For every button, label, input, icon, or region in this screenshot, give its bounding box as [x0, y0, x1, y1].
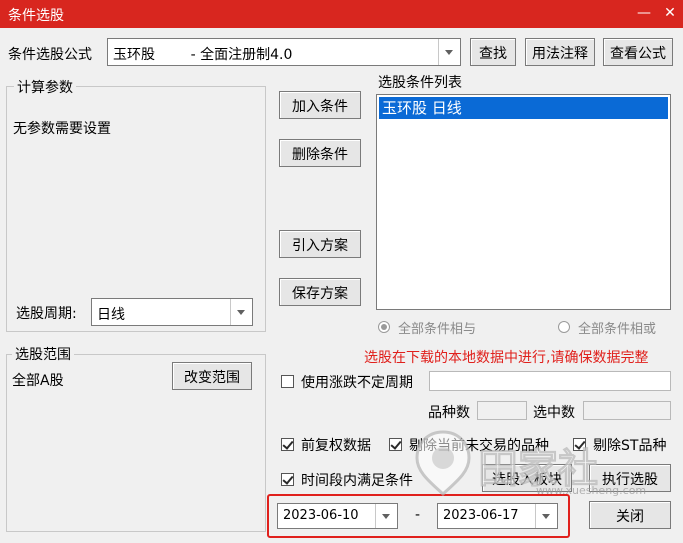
chevron-down-icon[interactable]: [438, 39, 460, 65]
adjust-label: 前复权数据: [301, 438, 371, 454]
scope-group-title: 选股范围: [12, 344, 74, 364]
end-date-picker[interactable]: 2023-06-17: [437, 503, 558, 529]
view-formula-button[interactable]: 查看公式: [603, 38, 673, 66]
close-button[interactable]: 关闭: [589, 501, 671, 529]
or-radio[interactable]: [558, 321, 570, 333]
watermark-logo-icon: [412, 428, 474, 498]
date-separator: -: [415, 507, 421, 523]
period-label: 选股周期:: [16, 306, 77, 322]
end-date-value: 2023-06-17: [443, 508, 519, 523]
time-range-label: 时间段内满足条件: [301, 473, 413, 489]
count-value: [477, 401, 527, 420]
conditions-list[interactable]: 玉环股 日线: [376, 94, 671, 310]
adjust-checkbox[interactable]: [281, 438, 294, 451]
period-value: 日线: [97, 307, 125, 323]
stock-filter-window: 条件选股 — ✕ 条件选股公式 玉环股 - 全面注册制4.0 查找 用法注释 查…: [0, 0, 683, 543]
save-scheme-button[interactable]: 保存方案: [279, 278, 361, 306]
title-bar: 条件选股 — ✕: [0, 0, 683, 28]
minimize-icon[interactable]: —: [634, 3, 654, 23]
change-scope-button[interactable]: 改变范围: [172, 362, 252, 390]
window-title: 条件选股: [8, 8, 64, 24]
notice-text: 选股在下载的本地数据中进行,请确保数据完整: [364, 350, 649, 366]
params-text: 无参数需要设置: [13, 121, 111, 137]
formula-label: 条件选股公式: [8, 47, 92, 63]
close-icon[interactable]: ✕: [660, 3, 680, 23]
conditions-title: 选股条件列表: [378, 75, 462, 91]
start-date-picker[interactable]: 2023-06-10: [277, 503, 398, 529]
start-date-value: 2023-06-10: [283, 508, 359, 523]
usage-notes-button[interactable]: 用法注释: [525, 38, 595, 66]
exclude-untraded-checkbox[interactable]: [389, 438, 402, 451]
selected-count-value: [583, 401, 671, 420]
find-button[interactable]: 查找: [470, 38, 516, 66]
and-radio-label: 全部条件相与: [398, 322, 477, 337]
period-select[interactable]: 日线: [91, 298, 253, 326]
and-radio[interactable]: [378, 321, 390, 333]
time-range-checkbox[interactable]: [281, 473, 294, 486]
params-group-title: 计算参数: [14, 77, 76, 97]
variable-period-checkbox[interactable]: [281, 375, 294, 388]
count-label: 品种数: [428, 405, 470, 421]
formula-value: 玉环股 - 全面注册制4.0: [113, 47, 293, 63]
or-radio-label: 全部条件相或: [578, 322, 657, 337]
formula-select[interactable]: 玉环股 - 全面注册制4.0: [107, 38, 461, 66]
remove-condition-button[interactable]: 删除条件: [279, 139, 361, 167]
variable-period-label: 使用涨跌不定周期: [301, 375, 413, 391]
list-item[interactable]: 玉环股 日线: [379, 97, 668, 119]
scope-value: 全部A股: [12, 373, 64, 389]
variable-period-input[interactable]: [429, 371, 671, 391]
watermark-url: www.xuesheng.com: [536, 484, 647, 497]
chevron-down-icon[interactable]: [230, 299, 252, 325]
add-condition-button[interactable]: 加入条件: [279, 91, 361, 119]
chevron-down-icon[interactable]: [375, 504, 397, 528]
exclude-st-label: 剔除ST品种: [593, 438, 667, 454]
import-scheme-button[interactable]: 引入方案: [279, 230, 361, 258]
selected-count-label: 选中数: [533, 405, 575, 421]
chevron-down-icon[interactable]: [535, 504, 557, 528]
